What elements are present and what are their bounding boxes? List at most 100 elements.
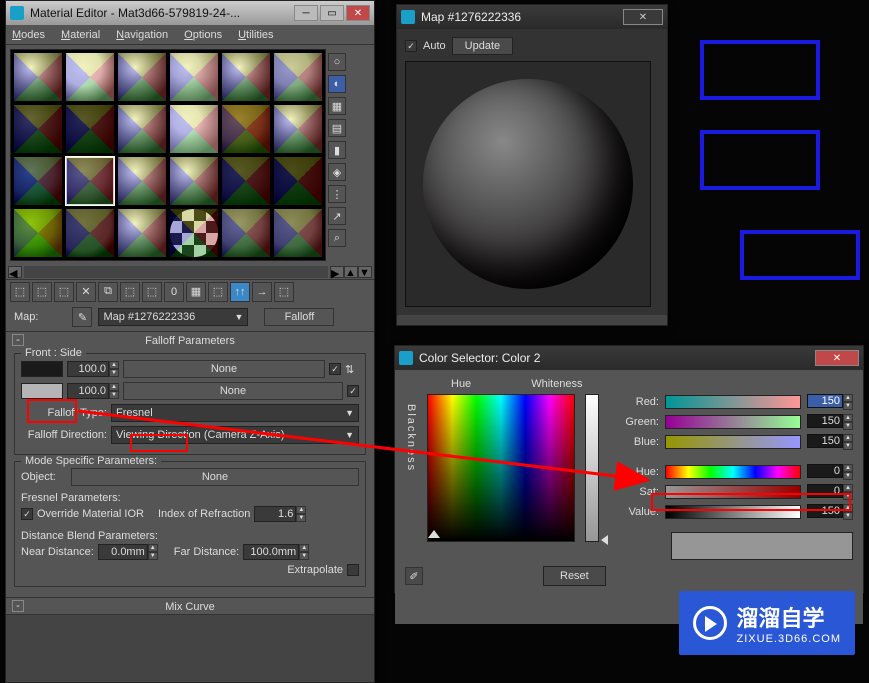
menu-material[interactable]: Material [61,29,100,41]
material-slot[interactable] [117,104,167,154]
value-input[interactable] [807,504,843,518]
near-spinner[interactable]: ▲▼ [98,544,158,560]
material-slot[interactable] [13,156,63,206]
spin-up[interactable]: ▲ [109,361,119,369]
show-end-result-icon[interactable]: ⬚ [208,282,228,302]
side-color-swatch[interactable] [21,383,63,399]
assign-material-icon[interactable]: ⬚ [54,282,74,302]
falloff-type-dropdown[interactable]: Fresnel ▼ [111,404,359,422]
go-sibling-icon[interactable]: ⬚ [274,282,294,302]
red-slider[interactable] [665,395,801,409]
swap-arrows-icon[interactable]: ⇅ [345,363,359,376]
value-spinner[interactable]: ▲▼ [807,504,853,520]
side-value-spinner[interactable]: ▲▼ [67,383,119,399]
hue-picker[interactable] [427,394,575,542]
scroll-up-button[interactable]: ▲ [344,266,358,278]
go-to-parent-icon[interactable]: ↑↑ [230,282,250,302]
menu-modes[interactable]: Modes [12,29,45,41]
sample-type-icon[interactable]: ○ [328,53,346,71]
map-name-dropdown[interactable]: Map #1276222336 ▼ [98,308,248,326]
material-slot[interactable] [169,156,219,206]
minimize-button[interactable]: ─ [294,5,318,21]
sat-slider[interactable] [665,485,801,499]
video-color-icon[interactable]: ▮ [328,141,346,159]
material-slot[interactable] [13,104,63,154]
get-material-icon[interactable]: ⬚ [10,282,30,302]
map-type-button[interactable]: Falloff [264,308,334,326]
spin-up[interactable]: ▲ [843,464,853,472]
eyedropper-icon[interactable]: ✐ [405,567,423,585]
value-slider[interactable] [665,505,801,519]
material-slot[interactable] [221,52,271,102]
close-button[interactable]: ✕ [346,5,370,21]
spin-down[interactable]: ▼ [296,514,306,522]
spin-down[interactable]: ▼ [843,402,853,410]
reset-button[interactable]: Reset [543,566,606,586]
material-slot[interactable] [169,52,219,102]
material-slot[interactable] [65,208,115,258]
spin-down[interactable]: ▼ [843,512,853,520]
spin-down[interactable]: ▼ [109,391,119,399]
auto-checkbox[interactable]: ✓ [405,40,417,52]
blue-spinner[interactable]: ▲▼ [807,434,853,450]
material-editor-titlebar[interactable]: Material Editor - Mat3d66-579819-24-... … [6,1,374,25]
front-value-input[interactable] [67,361,109,377]
options-icon[interactable]: ⋮ [328,185,346,203]
menu-options[interactable]: Options [184,29,222,41]
material-slot[interactable] [273,156,323,206]
go-forward-icon[interactable]: → [252,282,272,302]
front-map-button[interactable]: None [123,360,325,378]
rollout-toggle-icon[interactable]: - [12,334,24,346]
front-value-spinner[interactable]: ▲▼ [67,361,119,377]
sat-spinner[interactable]: ▲▼ [807,484,853,500]
green-input[interactable] [807,414,843,428]
material-slot[interactable] [13,52,63,102]
material-slot[interactable] [169,104,219,154]
material-map-navigator-icon[interactable]: ⌕ [328,229,346,247]
whiteness-slider[interactable] [585,394,599,542]
green-spinner[interactable]: ▲▼ [807,414,853,430]
material-slot[interactable] [117,52,167,102]
scroll-down-button[interactable]: ▼ [358,266,372,278]
pick-material-icon[interactable]: ✎ [72,307,92,327]
reset-map-icon[interactable]: ✕ [76,282,96,302]
hue-spinner[interactable]: ▲▼ [807,464,853,480]
far-input[interactable] [243,544,299,560]
material-slot[interactable] [117,208,167,258]
spin-up[interactable]: ▲ [109,383,119,391]
material-slot[interactable] [13,208,63,258]
material-slot[interactable] [273,52,323,102]
menu-navigation[interactable]: Navigation [116,29,168,41]
near-input[interactable] [98,544,148,560]
front-color-swatch[interactable] [21,361,63,377]
material-slot[interactable] [221,104,271,154]
override-ior-checkbox[interactable]: ✓ [21,508,33,520]
scroll-track[interactable] [24,266,328,278]
close-button[interactable]: ✕ [623,9,663,25]
spin-up[interactable]: ▲ [148,544,158,552]
spin-up[interactable]: ▲ [843,414,853,422]
hue-input[interactable] [807,464,843,478]
blue-slider[interactable] [665,435,801,449]
put-to-scene-icon[interactable]: ⬚ [32,282,52,302]
scroll-left-button[interactable]: ◀ [8,266,22,278]
close-button[interactable]: ✕ [815,350,859,366]
blue-input[interactable] [807,434,843,448]
material-slot-selected[interactable] [65,156,115,206]
green-slider[interactable] [665,415,801,429]
backlight-icon[interactable]: ◐ [328,75,346,93]
spin-down[interactable]: ▼ [843,422,853,430]
spin-down[interactable]: ▼ [299,552,309,560]
material-id-icon[interactable]: 0 [164,282,184,302]
spin-down[interactable]: ▼ [109,369,119,377]
menu-utilities[interactable]: Utilities [238,29,273,41]
material-slot[interactable] [221,208,271,258]
show-in-viewport-icon[interactable]: ▦ [186,282,206,302]
spin-up[interactable]: ▲ [843,504,853,512]
put-to-library-icon[interactable]: ⬚ [142,282,162,302]
make-preview-icon[interactable]: ◈ [328,163,346,181]
spin-up[interactable]: ▲ [843,484,853,492]
side-map-button[interactable]: None [123,382,343,400]
sample-uv-icon[interactable]: ▤ [328,119,346,137]
material-slot[interactable] [169,208,219,258]
